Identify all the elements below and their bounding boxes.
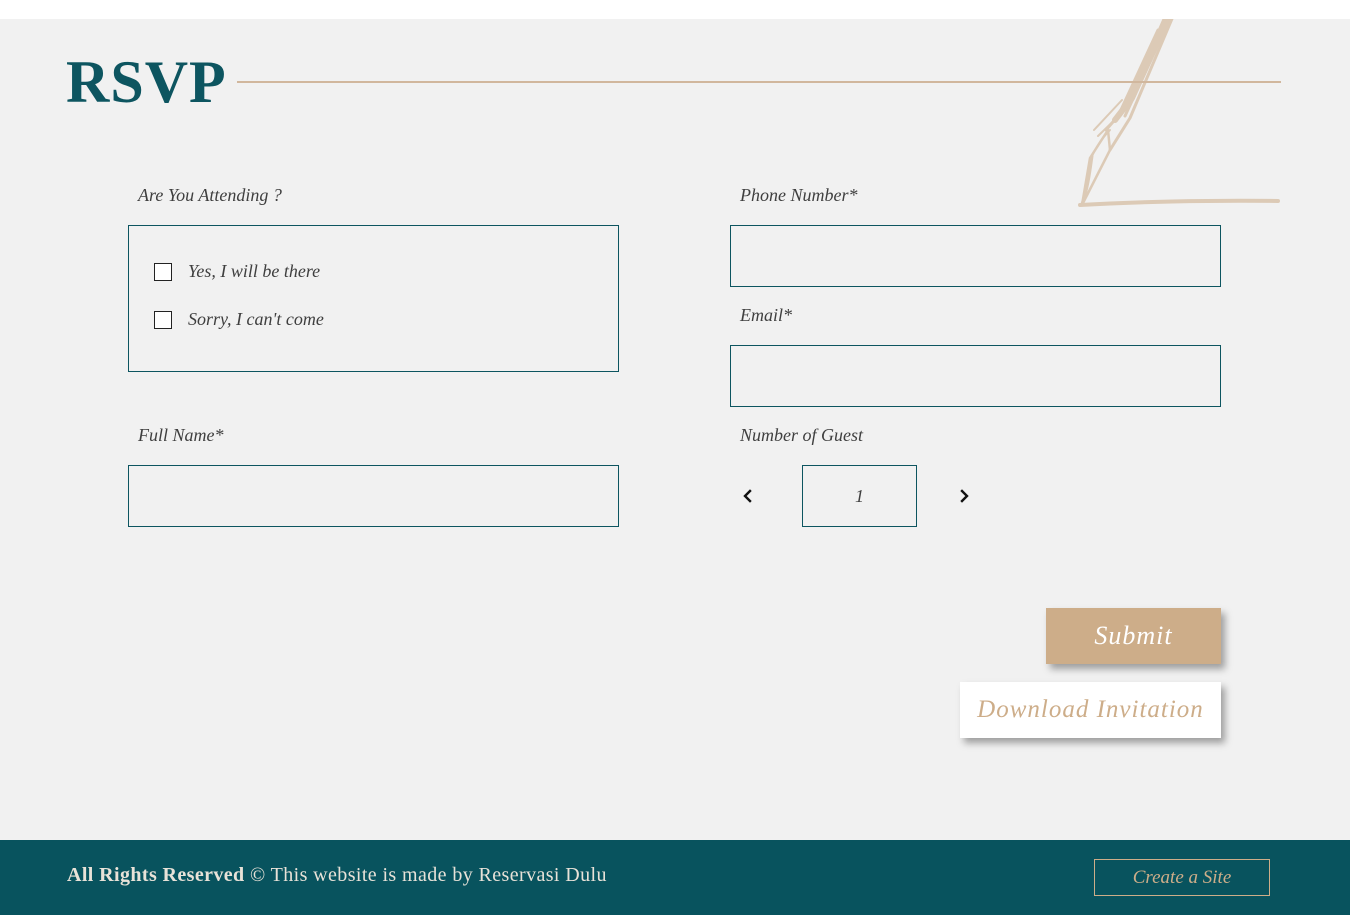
guest-increment-button[interactable] [954, 486, 974, 506]
attending-group: Yes, I will be there Sorry, I can't come [128, 225, 619, 372]
footer: All Rights Reserved © This website is ma… [0, 840, 1350, 915]
pen-drawing-icon [1078, 19, 1280, 207]
guest-count-value[interactable]: 1 [802, 465, 917, 527]
option-no-label: Sorry, I can't come [188, 309, 324, 329]
option-yes-label: Yes, I will be there [188, 261, 321, 281]
submit-button[interactable]: Submit [1046, 608, 1221, 664]
attending-option-yes[interactable]: Yes, I will be there [154, 261, 320, 282]
full-name-label: Full Name* [138, 425, 224, 445]
attending-label: Are You Attending ? [138, 185, 282, 205]
full-name-input[interactable] [128, 465, 619, 527]
phone-input[interactable] [730, 225, 1221, 287]
checkbox-no[interactable] [154, 310, 172, 329]
footer-rights-text: © This website is made by Reservasi Dulu [244, 864, 607, 886]
download-invitation-button[interactable]: Download Invitation [960, 682, 1221, 738]
title-divider [237, 81, 1281, 83]
footer-rights-bold: All Rights Reserved [67, 864, 245, 886]
rsvp-section: RSVP Are You Attending ? Yes, I will be … [0, 19, 1350, 840]
top-strip [0, 0, 1350, 19]
chevron-left-icon [743, 489, 752, 503]
guest-decrement-button[interactable] [738, 486, 758, 506]
chevron-right-icon [960, 489, 969, 503]
phone-label: Phone Number* [740, 185, 858, 205]
create-site-button[interactable]: Create a Site [1094, 859, 1270, 896]
attending-option-no[interactable]: Sorry, I can't come [154, 309, 324, 330]
email-label: Email* [740, 305, 792, 325]
guest-count-label: Number of Guest [740, 425, 863, 445]
footer-copyright: All Rights Reserved © This website is ma… [67, 864, 607, 887]
email-input[interactable] [730, 345, 1221, 407]
checkbox-yes[interactable] [154, 262, 172, 281]
page-title: RSVP [66, 49, 227, 115]
